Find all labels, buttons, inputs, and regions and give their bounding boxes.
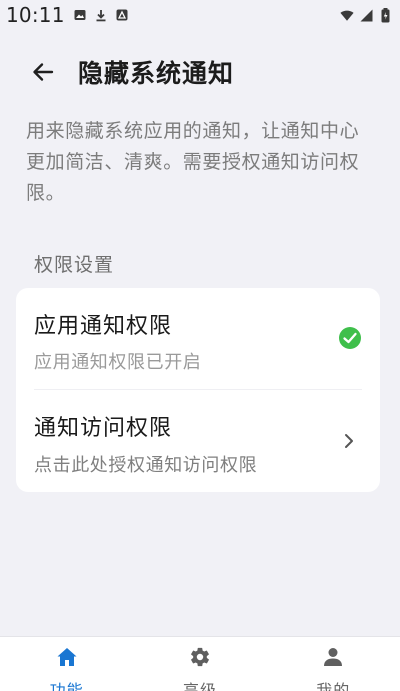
home-icon bbox=[55, 645, 79, 669]
download-icon bbox=[94, 8, 108, 22]
item-title: 通知访问权限 bbox=[34, 416, 173, 441]
status-notification-icons bbox=[73, 8, 129, 22]
status-left: 10:11 bbox=[6, 3, 129, 27]
item-title: 应用通知权限 bbox=[34, 314, 173, 339]
permission-card: 应用通知权限 应用通知权限已开启 通知访问权限 点击此处授权通知访问权限 bbox=[16, 288, 380, 492]
list-item-notification-access-permission[interactable]: 通知访问权限 点击此处授权通知访问权限 bbox=[16, 390, 380, 492]
nav-label: 功能 bbox=[49, 681, 84, 691]
status-time: 10:11 bbox=[6, 3, 65, 27]
signal-icon bbox=[359, 8, 373, 22]
bottom-nav: 功能 高级 我的 bbox=[0, 636, 400, 691]
battery-icon bbox=[378, 7, 392, 22]
app-bar: 隐藏系统通知 bbox=[0, 48, 400, 96]
gear-icon bbox=[188, 645, 212, 669]
nav-item-features[interactable]: 功能 bbox=[12, 637, 122, 691]
nav-item-profile[interactable]: 我的 bbox=[278, 637, 388, 691]
page-description: 用来隐藏系统应用的通知，让通知中心更加简洁、清爽。需要授权通知访问权限。 bbox=[26, 120, 360, 204]
image-icon bbox=[73, 8, 87, 22]
notification-icon bbox=[115, 8, 129, 22]
section-title: 权限设置 bbox=[34, 254, 115, 276]
item-subtitle: 点击此处授权通知访问权限 bbox=[34, 455, 258, 476]
arrow-left-icon bbox=[33, 63, 54, 81]
nav-item-advanced[interactable]: 高级 bbox=[145, 637, 255, 691]
chevron-right-icon bbox=[345, 434, 353, 448]
list-item-app-notification-permission[interactable]: 应用通知权限 应用通知权限已开启 bbox=[16, 288, 380, 390]
status-bar: 10:11 bbox=[0, 0, 400, 30]
wifi-icon bbox=[340, 8, 354, 22]
status-right bbox=[340, 7, 392, 22]
nav-label: 我的 bbox=[316, 681, 351, 691]
page-title: 隐藏系统通知 bbox=[78, 59, 235, 88]
check-circle-icon bbox=[339, 327, 361, 349]
back-button[interactable] bbox=[28, 57, 58, 87]
person-icon bbox=[321, 645, 345, 669]
item-subtitle: 应用通知权限已开启 bbox=[34, 352, 202, 373]
nav-label: 高级 bbox=[182, 681, 217, 691]
